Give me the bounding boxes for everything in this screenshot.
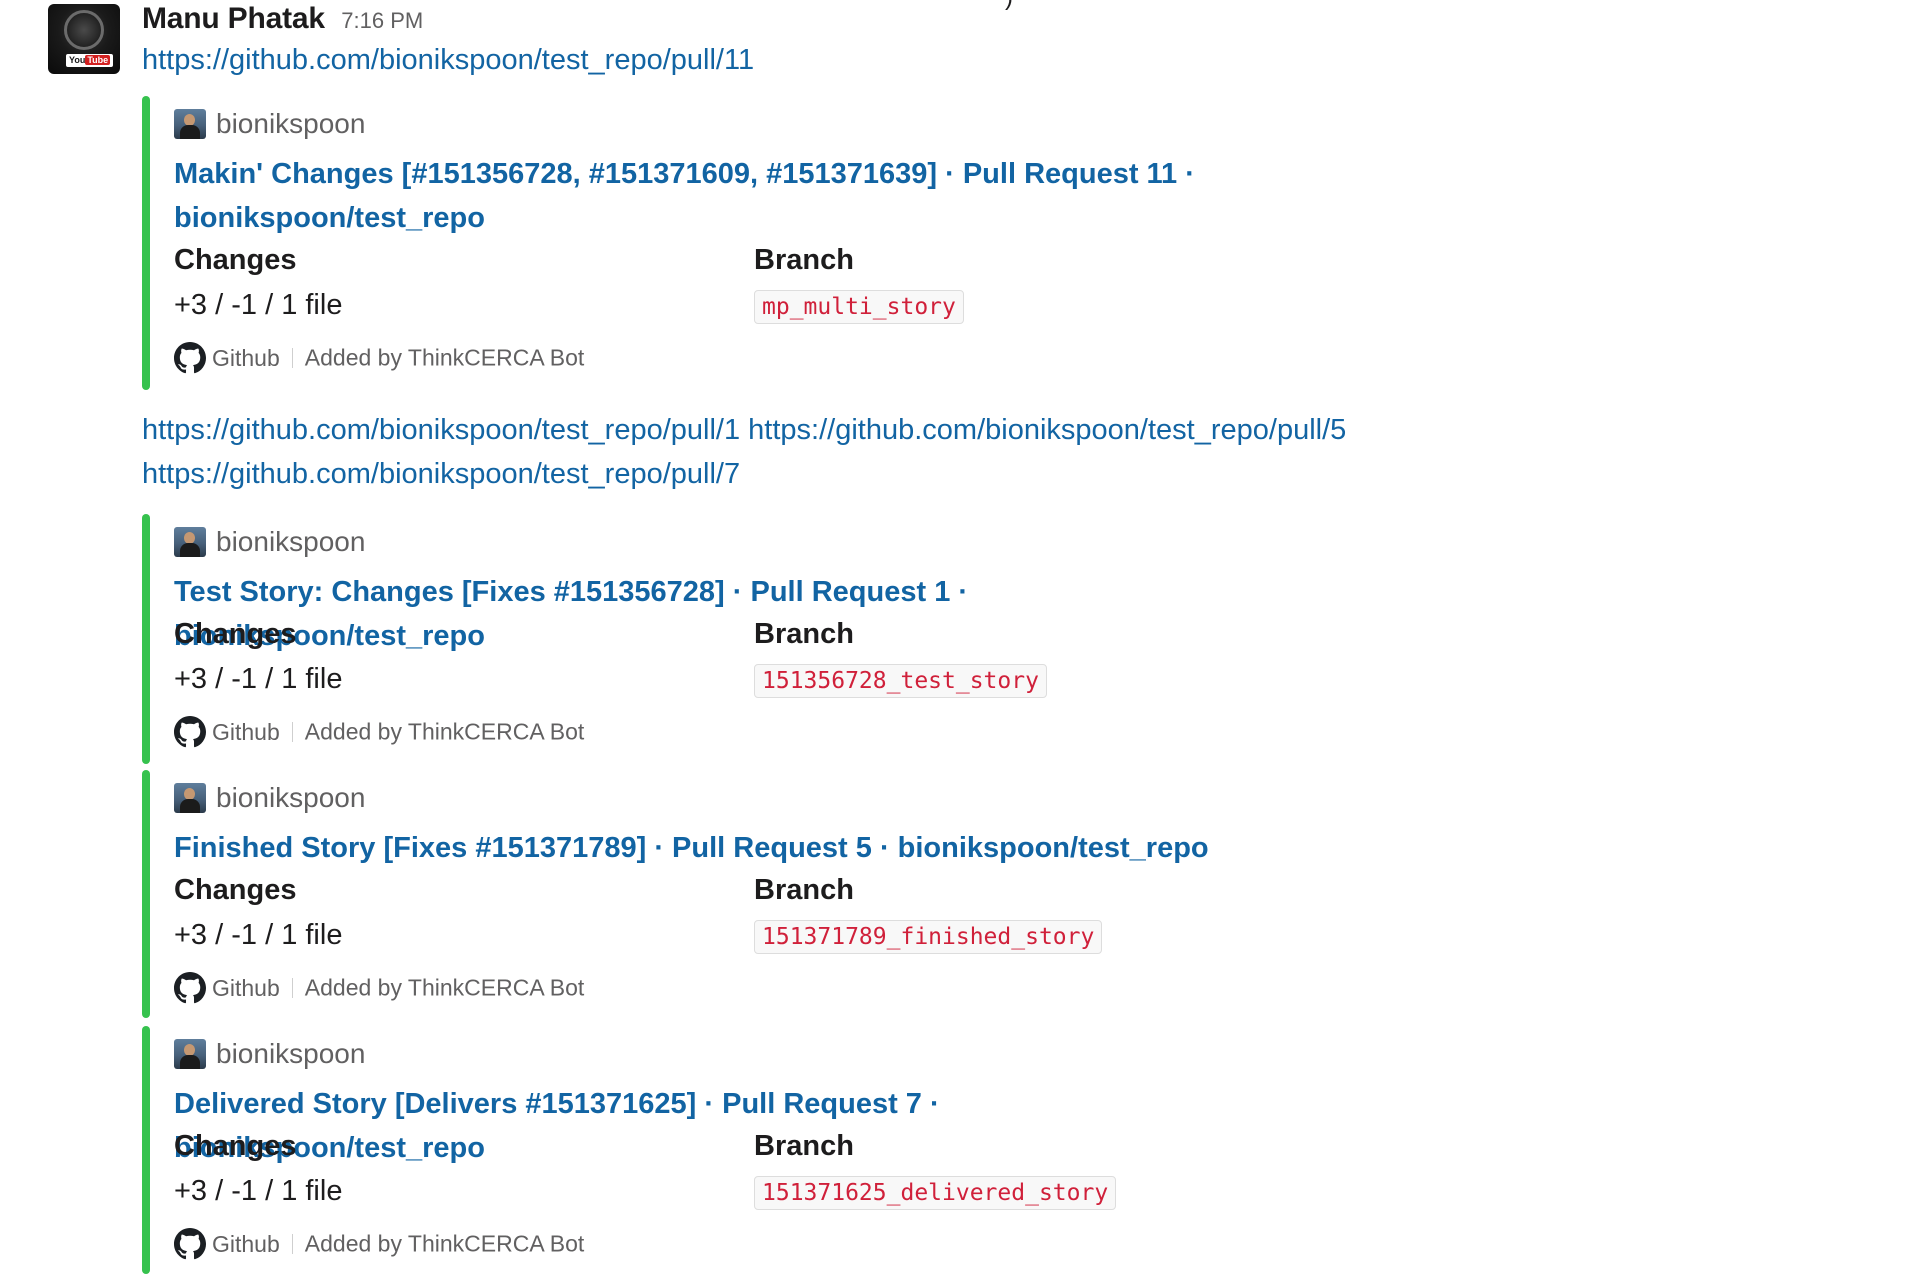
field-title-branch: Branch [754, 244, 854, 276]
attachment-title-link[interactable]: Delivered Story [Delivers #151371625] · … [174, 1082, 1234, 1170]
attachment-footer: Github Added by ThinkCERCA Bot [174, 342, 584, 374]
field-title-branch: Branch [754, 618, 854, 650]
attachment-color-bar [142, 96, 150, 390]
attachment-color-bar [142, 514, 150, 764]
author-avatar-icon [174, 527, 206, 557]
message-links-line: https://github.com/bionikspoon/test_repo… [142, 414, 1346, 447]
message-timestamp[interactable]: 7:16 PM [341, 8, 423, 33]
github-icon [174, 342, 206, 374]
footer-added-by: Added by ThinkCERCA Bot [304, 718, 585, 745]
attachment-title-link[interactable]: Makin' Changes [#151356728, #151371609, … [174, 152, 1234, 240]
attachment-footer: Github Added by ThinkCERCA Bot [174, 972, 584, 1004]
footer-divider [291, 348, 293, 368]
attachment-pr11: bionikspoon Makin' Changes [#151356728, … [142, 96, 1462, 390]
footer-added-by: Added by ThinkCERCA Bot [304, 1230, 585, 1257]
author-avatar-icon [174, 783, 206, 813]
attachment-title-link[interactable]: Finished Story [Fixes #151371789] · Pull… [174, 826, 1234, 870]
message: ) YouTube Manu Phatak 7:16 PM https://gi… [0, 0, 1920, 1274]
field-title-branch: Branch [754, 1130, 854, 1162]
avatar-emblem [64, 10, 104, 50]
field-value-changes: +3 / -1 / 1 file [174, 919, 343, 951]
field-title-changes: Changes [174, 244, 297, 276]
footer-source: Github [212, 718, 280, 745]
field-title-branch: Branch [754, 874, 854, 906]
author-name[interactable]: bionikspoon [216, 1038, 365, 1069]
github-icon [174, 716, 206, 748]
attachment-title-link[interactable]: Test Story: Changes [Fixes #151356728] ·… [174, 570, 1234, 658]
author-name[interactable]: bionikspoon [216, 526, 365, 557]
sender-avatar[interactable]: You Tube [48, 4, 120, 74]
attachment-author[interactable]: bionikspoon [174, 108, 365, 140]
previous-message-fragment: ) [1005, 0, 1013, 12]
author-name[interactable]: bionikspoon [216, 108, 365, 139]
footer-divider [291, 1234, 293, 1254]
attachment-color-bar [142, 1026, 150, 1274]
branch-name-code: 151356728_test_story [754, 664, 1047, 698]
attachment-color-bar [142, 770, 150, 1018]
message-link-pr1[interactable]: https://github.com/bionikspoon/test_repo… [142, 414, 740, 446]
message-link-pr7[interactable]: https://github.com/bionikspoon/test_repo… [142, 458, 740, 491]
footer-source: Github [212, 974, 280, 1001]
footer-source: Github [212, 344, 280, 371]
github-icon [174, 972, 206, 1004]
field-value-changes: +3 / -1 / 1 file [174, 663, 343, 695]
attachment-pr1: bionikspoon Test Story: Changes [Fixes #… [142, 514, 1462, 764]
branch-name-code: 151371625_delivered_story [754, 1176, 1117, 1210]
footer-source: Github [212, 1230, 280, 1257]
author-name[interactable]: bionikspoon [216, 782, 365, 813]
field-value-changes: +3 / -1 / 1 file [174, 1175, 343, 1207]
attachment-author[interactable]: bionikspoon [174, 526, 365, 558]
footer-divider [291, 722, 293, 742]
branch-name-code: 151371789_finished_story [754, 920, 1103, 954]
attachment-author[interactable]: bionikspoon [174, 782, 365, 814]
message-link-pr5[interactable]: https://github.com/bionikspoon/test_repo… [748, 414, 1346, 446]
attachment-footer: Github Added by ThinkCERCA Bot [174, 716, 584, 748]
attachment-pr7: bionikspoon Delivered Story [Delivers #1… [142, 1026, 1462, 1274]
sender-name[interactable]: Manu Phatak [142, 2, 325, 35]
field-title-changes: Changes [174, 618, 297, 650]
attachment-author[interactable]: bionikspoon [174, 1038, 365, 1070]
field-title-changes: Changes [174, 1130, 297, 1162]
footer-divider [291, 978, 293, 998]
footer-added-by: Added by ThinkCERCA Bot [304, 974, 585, 1001]
field-value-changes: +3 / -1 / 1 file [174, 289, 343, 321]
youtube-badge: You Tube [66, 54, 114, 67]
author-avatar-icon [174, 1039, 206, 1069]
attachment-footer: Github Added by ThinkCERCA Bot [174, 1228, 584, 1260]
github-icon [174, 1228, 206, 1260]
message-header: Manu Phatak 7:16 PM [142, 2, 423, 36]
field-title-changes: Changes [174, 874, 297, 906]
attachment-pr5: bionikspoon Finished Story [Fixes #15137… [142, 770, 1462, 1018]
message-link-pr11[interactable]: https://github.com/bionikspoon/test_repo… [142, 44, 754, 77]
branch-name-code: mp_multi_story [754, 290, 964, 324]
author-avatar-icon [174, 109, 206, 139]
youtube-badge-tube: Tube [85, 55, 111, 65]
footer-added-by: Added by ThinkCERCA Bot [304, 344, 585, 371]
youtube-badge-you: You [69, 55, 86, 65]
